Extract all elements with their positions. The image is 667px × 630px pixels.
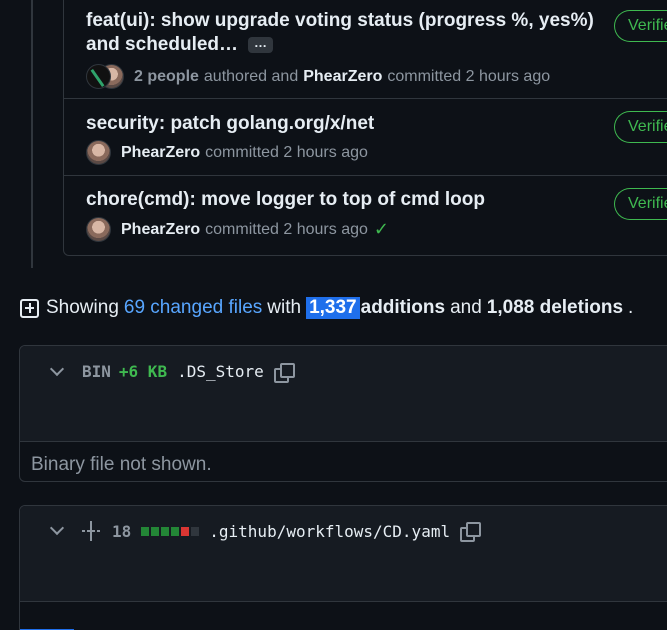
check-icon[interactable]: ✓ xyxy=(374,219,389,240)
file-diff-icon xyxy=(20,298,39,318)
diff-summary: Showing 69 changed files with 1,337 addi… xyxy=(20,294,633,322)
commit-meta: 2 people authored and PhearZero committe… xyxy=(86,64,550,89)
file-name[interactable]: .github/workflows/CD.yaml xyxy=(209,522,450,541)
author-avatars[interactable] xyxy=(86,64,124,89)
file-header: 18 .github/workflows/CD.yaml xyxy=(20,506,667,602)
commit-meta: PhearZero committed 2 hours ago ✓ xyxy=(86,217,389,242)
chevron-down-icon[interactable] xyxy=(49,520,65,536)
commit-title[interactable]: security: patch golang.org/x/net xyxy=(86,112,374,136)
file-size-change: +6 KB xyxy=(118,362,168,381)
commit-row[interactable]: security: patch golang.org/x/net PhearZe… xyxy=(64,99,667,176)
commit-time: committed 2 hours ago xyxy=(205,220,368,238)
diffstat xyxy=(141,526,200,536)
commit-row[interactable]: chore(cmd): move logger to top of cmd lo… xyxy=(64,176,667,255)
commit-timeline-line xyxy=(31,0,33,268)
copy-icon[interactable] xyxy=(460,522,482,542)
diffstat-block xyxy=(181,526,190,536)
verified-badge[interactable]: Verified xyxy=(614,188,667,220)
diffstat-block xyxy=(161,526,170,536)
diffstat-block xyxy=(151,526,160,536)
commit-time: committed 2 hours ago xyxy=(387,67,551,85)
commit-list: feat(ui): show upgrade voting status (pr… xyxy=(63,0,667,256)
committer-name[interactable]: PhearZero xyxy=(303,68,382,86)
binary-label: BIN xyxy=(82,362,111,381)
expand-commit-message-button[interactable]: … xyxy=(248,36,274,53)
file-diff: 18 .github/workflows/CD.yaml xyxy=(19,505,667,630)
deletions-count: 1,088 deletions xyxy=(486,297,624,318)
commit-time: committed 2 hours ago xyxy=(205,143,368,161)
avatar[interactable] xyxy=(86,217,111,242)
file-header-line: 18 .github/workflows/CD.yaml xyxy=(47,520,482,542)
commit-row[interactable]: feat(ui): show upgrade voting status (pr… xyxy=(64,0,667,99)
avatar[interactable] xyxy=(86,140,111,165)
commit-title[interactable]: chore(cmd): move logger to top of cmd lo… xyxy=(86,188,485,212)
diffstat-block xyxy=(171,526,180,536)
additions-count: 1,337 xyxy=(306,297,360,319)
committer-name[interactable]: PhearZero xyxy=(121,144,200,162)
commit-title[interactable]: feat(ui): show upgrade voting status (pr… xyxy=(86,9,594,57)
diffstat-block xyxy=(141,526,150,536)
unfold-icon[interactable] xyxy=(82,521,100,541)
commit-meta: PhearZero committed 2 hours ago xyxy=(86,140,368,165)
copy-icon[interactable] xyxy=(273,362,295,383)
file-header: BIN +6 KB .DS_Store xyxy=(20,346,667,442)
file-header-line: BIN +6 KB .DS_Store xyxy=(47,361,295,383)
committer-name[interactable]: PhearZero xyxy=(121,221,200,239)
verified-badge[interactable]: Verified xyxy=(614,111,667,143)
changes-count: 18 xyxy=(112,521,132,541)
diffstat-block xyxy=(191,526,200,536)
changed-files-link[interactable]: 69 changed files xyxy=(124,297,262,319)
binary-file-note: Binary file not shown. xyxy=(31,454,212,475)
file-diff: BIN +6 KB .DS_Store Binary file not show… xyxy=(19,345,667,482)
authors-count[interactable]: 2 people xyxy=(134,68,199,86)
chevron-down-icon[interactable] xyxy=(49,361,65,376)
avatar[interactable] xyxy=(86,64,111,89)
verified-badge[interactable]: Verified xyxy=(614,10,667,42)
file-name[interactable]: .DS_Store xyxy=(177,362,264,381)
